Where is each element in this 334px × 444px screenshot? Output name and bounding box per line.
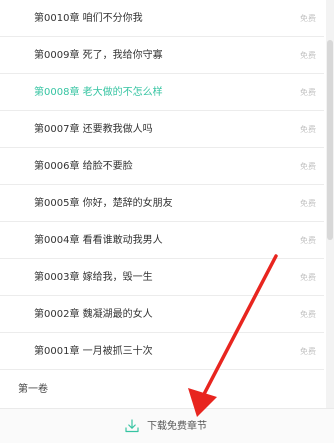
free-badge: 免费: [300, 310, 316, 319]
volume-heading: 第一卷: [18, 384, 48, 395]
chapter-title: 第0002章 魏凝湖最的女人: [34, 309, 153, 320]
chapter-row[interactable]: 第0002章 魏凝湖最的女人 免费: [0, 296, 324, 333]
chapter-row[interactable]: 第0004章 看看谁敢动我男人 免费: [0, 222, 324, 259]
chapter-title: 第0001章 一月被抓三十次: [34, 346, 153, 357]
chapter-row[interactable]: 第0007章 还要教我做人吗 免费: [0, 111, 324, 148]
download-free-chapters-label: 下载免费章节: [147, 421, 207, 432]
free-badge: 免费: [300, 14, 316, 23]
free-badge: 免费: [300, 51, 316, 60]
chapter-title: 第0003章 嫁给我，毁一生: [34, 272, 153, 283]
free-badge: 免费: [300, 125, 316, 134]
chapter-title: 第0009章 死了，我给你守寡: [34, 50, 163, 61]
free-badge: 免费: [300, 236, 316, 245]
free-badge: 免费: [300, 347, 316, 356]
free-badge: 免费: [300, 199, 316, 208]
chapter-title: 第0008章 老大做的不怎么样: [34, 87, 163, 98]
free-badge: 免费: [300, 88, 316, 97]
chapter-list: 第0010章 咱们不分你我 免费 第0009章 死了，我给你守寡 免费 第000…: [0, 0, 324, 408]
chapter-row[interactable]: 第0001章 一月被抓三十次 免费: [0, 333, 324, 370]
chapter-row[interactable]: 第0003章 嫁给我，毁一生 免费: [0, 259, 324, 296]
scrollbar-thumb[interactable]: [327, 40, 333, 240]
chapter-row-current[interactable]: 第0008章 老大做的不怎么样 免费: [0, 74, 324, 111]
chapter-title: 第0006章 给脸不要脸: [34, 161, 133, 172]
chapter-row[interactable]: 第0010章 咱们不分你我 免费: [0, 0, 324, 37]
chapter-title: 第0007章 还要教我做人吗: [34, 124, 153, 135]
chapter-row[interactable]: 第0009章 死了，我给你守寡 免费: [0, 37, 324, 74]
chapter-title: 第0004章 看看谁敢动我男人: [34, 235, 163, 246]
download-free-chapters-button[interactable]: 下载免费章节: [0, 408, 334, 443]
chapter-row[interactable]: 第0005章 你好，楚辞的女朋友 免费: [0, 185, 324, 222]
free-badge: 免费: [300, 273, 316, 282]
chapter-row[interactable]: 第0006章 给脸不要脸 免费: [0, 148, 324, 185]
chapter-title: 第0010章 咱们不分你我: [34, 13, 143, 24]
chapter-title: 第0005章 你好，楚辞的女朋友: [34, 198, 173, 209]
free-badge: 免费: [300, 162, 316, 171]
download-icon: [124, 418, 140, 434]
